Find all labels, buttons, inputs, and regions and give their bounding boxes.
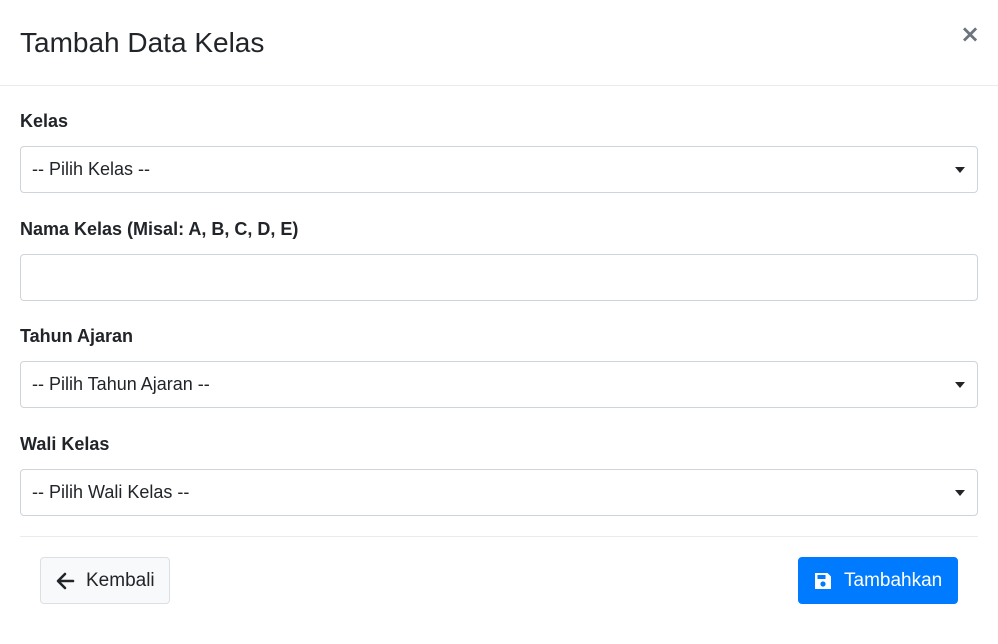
caret-down-icon bbox=[955, 490, 965, 496]
submit-button-label: Tambahkan bbox=[844, 570, 943, 591]
modal-header: Tambah Data Kelas × bbox=[0, 0, 998, 86]
wali-kelas-select-value: -- Pilih Wali Kelas -- bbox=[32, 482, 190, 502]
footer-divider bbox=[20, 536, 978, 537]
back-button-label: Kembali bbox=[86, 570, 155, 591]
nama-kelas-label: Nama Kelas (Misal: A, B, C, D, E) bbox=[20, 219, 299, 239]
nama-kelas-input[interactable] bbox=[20, 254, 978, 301]
add-class-modal: Tambah Data Kelas × Kelas -- Pilih Kelas… bbox=[0, 0, 998, 644]
wali-kelas-label: Wali Kelas bbox=[20, 434, 110, 454]
modal-title: Tambah Data Kelas bbox=[20, 27, 265, 58]
close-icon: × bbox=[960, 20, 981, 48]
save-icon bbox=[815, 573, 831, 589]
caret-down-icon bbox=[955, 167, 965, 173]
kelas-label: Kelas bbox=[20, 111, 69, 131]
caret-down-icon bbox=[955, 382, 965, 388]
kelas-select[interactable]: -- Pilih Kelas -- bbox=[20, 146, 978, 193]
tahun-ajaran-label: Tahun Ajaran bbox=[20, 326, 134, 346]
wali-kelas-select[interactable]: -- Pilih Wali Kelas -- bbox=[20, 469, 978, 516]
close-button[interactable]: × bbox=[960, 20, 981, 48]
tahun-ajaran-select[interactable]: -- Pilih Tahun Ajaran -- bbox=[20, 361, 978, 408]
arrow-left-icon bbox=[56, 572, 75, 590]
submit-button[interactable]: Tambahkan bbox=[798, 557, 958, 604]
tahun-ajaran-select-value: -- Pilih Tahun Ajaran -- bbox=[32, 374, 210, 394]
back-button[interactable]: Kembali bbox=[40, 557, 170, 604]
kelas-select-value: -- Pilih Kelas -- bbox=[32, 159, 151, 179]
